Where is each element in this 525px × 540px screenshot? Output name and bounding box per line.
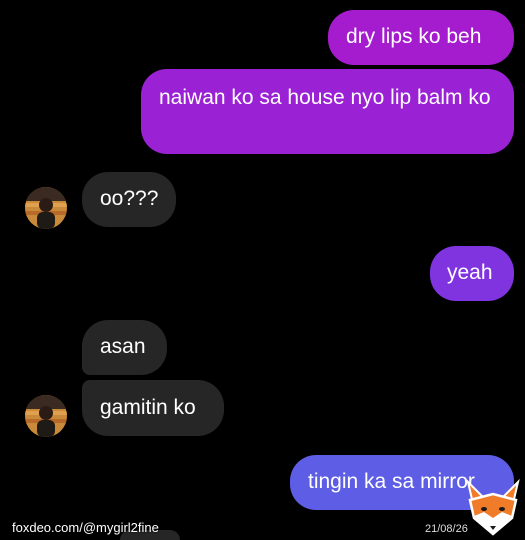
outgoing-message-bubble[interactable]: naiwan ko sa house nyo lip balm ko <box>141 69 514 154</box>
message-text: oo??? <box>100 187 159 210</box>
incoming-message-bubble[interactable]: gamitin ko <box>82 380 224 436</box>
message-text: asan <box>100 335 146 358</box>
fox-logo-icon <box>464 478 522 538</box>
outgoing-message-bubble[interactable]: yeah <box>430 246 514 301</box>
chat-screen: dry lips ko beh naiwan ko sa house nyo l… <box>0 0 525 540</box>
message-text: dry lips ko beh <box>346 25 482 48</box>
contact-avatar[interactable] <box>25 187 67 229</box>
message-text: yeah <box>447 261 493 284</box>
outgoing-message-bubble[interactable]: dry lips ko beh <box>328 10 514 65</box>
avatar-icon <box>25 395 67 437</box>
incoming-message-bubble[interactable]: oo??? <box>82 172 176 227</box>
message-text: gamitin ko <box>100 396 196 419</box>
contact-avatar[interactable] <box>25 395 67 437</box>
watermark-text: foxdeo.com/@mygirl2fine <box>12 520 159 535</box>
incoming-message-bubble[interactable]: asan <box>82 320 167 375</box>
message-text: tingin ka sa mirror <box>308 470 475 493</box>
watermark-date: 21/08/26 <box>425 523 468 535</box>
avatar-icon <box>25 187 67 229</box>
message-text: naiwan ko sa house nyo lip balm ko <box>159 86 491 109</box>
